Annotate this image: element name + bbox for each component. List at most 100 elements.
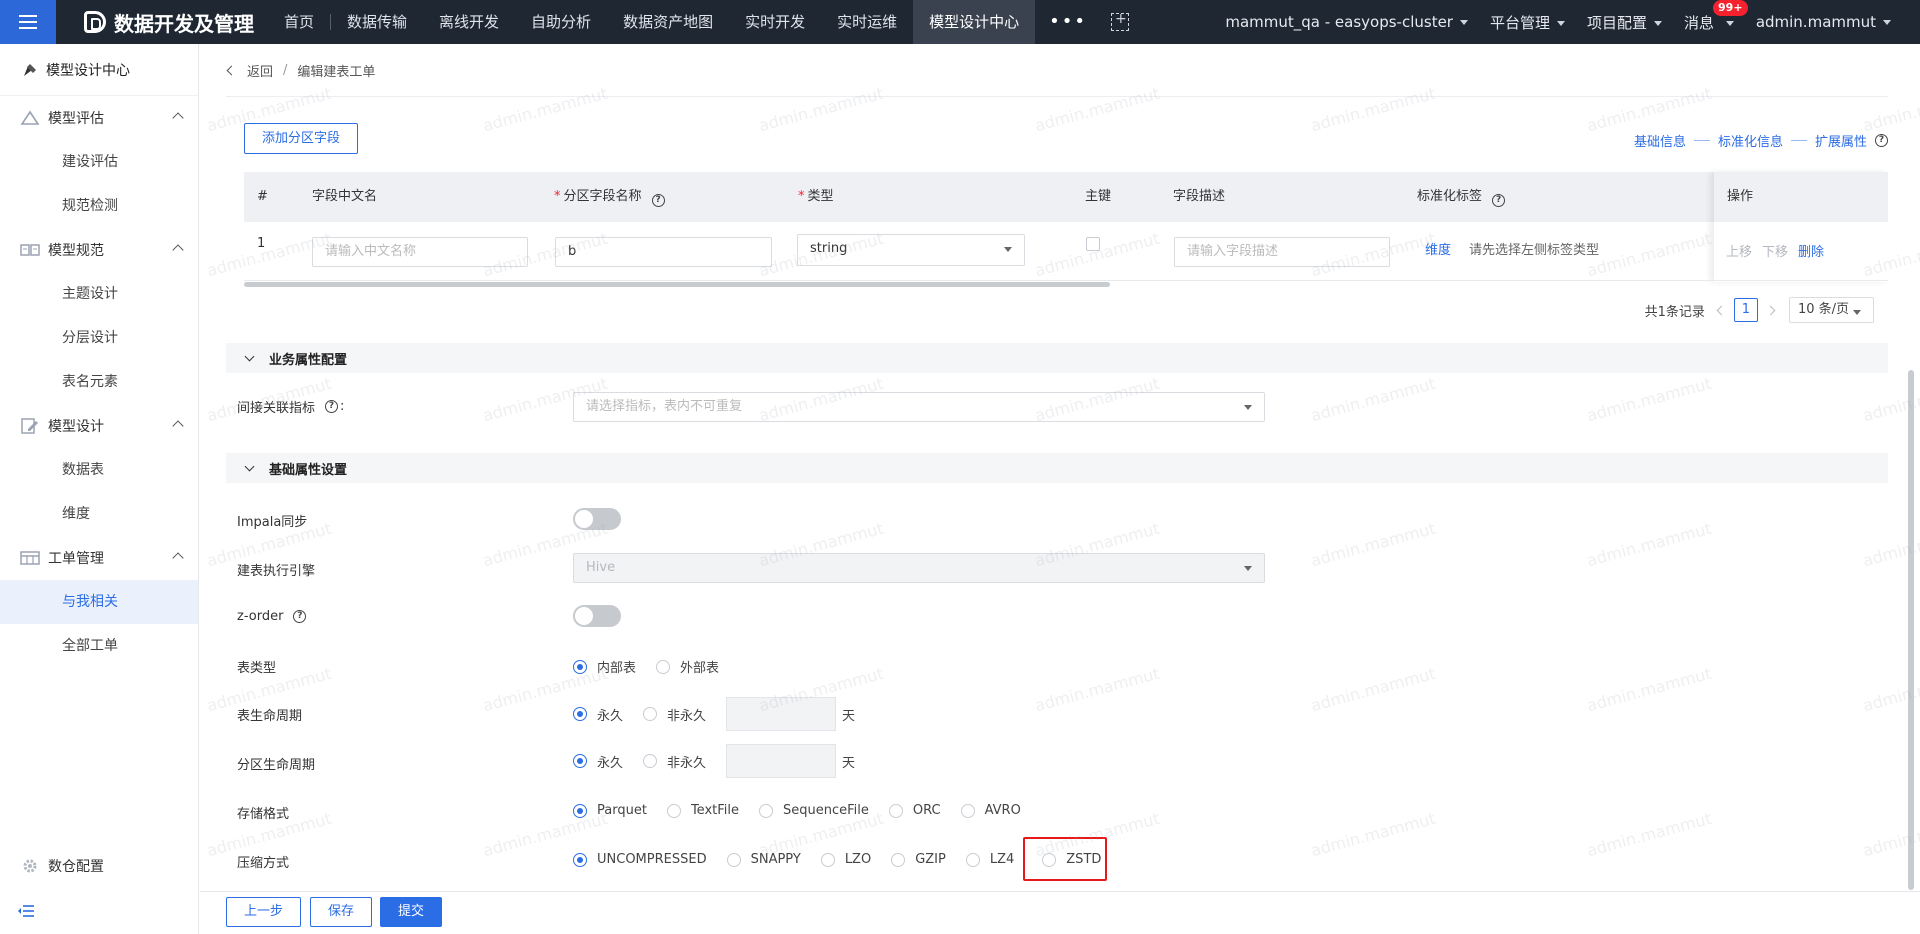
- radio-external[interactable]: [656, 659, 671, 674]
- radio-textfile[interactable]: [666, 803, 681, 818]
- radio-permanent[interactable]: [573, 754, 587, 768]
- sidebar-item-build-evaluate[interactable]: 建设评估: [0, 140, 198, 184]
- delete-button[interactable]: 删除: [1798, 241, 1824, 260]
- radio-label[interactable]: 永久: [597, 705, 623, 724]
- page-1-button[interactable]: 1: [1733, 298, 1758, 322]
- messages-menu[interactable]: 消息 99+: [1673, 0, 1748, 33]
- sidebar-item-warehouse-config[interactable]: 数仓配置: [0, 844, 199, 888]
- radio-uncompressed[interactable]: [573, 852, 587, 867]
- sidebar-group-ticket-manage[interactable]: 工单管理: [0, 536, 198, 580]
- step-standard-info[interactable]: 标准化信息: [1718, 131, 1783, 150]
- field-desc-input[interactable]: 请输入字段描述: [1174, 237, 1390, 267]
- partition-name-input[interactable]: b: [555, 237, 772, 267]
- radio-label[interactable]: Parquet: [597, 803, 647, 818]
- platform-menu[interactable]: 平台管理: [1479, 12, 1576, 33]
- prev-step-button[interactable]: 上一步: [226, 897, 301, 927]
- project-menu[interactable]: 项目配置: [1576, 12, 1673, 33]
- radio-label[interactable]: 外部表: [680, 657, 719, 676]
- radio-orc[interactable]: [888, 803, 903, 818]
- submit-button[interactable]: 提交: [380, 897, 442, 927]
- menu-toggle-button[interactable]: [0, 0, 56, 44]
- more-icon[interactable]: •••: [1035, 0, 1101, 44]
- sidebar-item-spec-check[interactable]: 规范检测: [0, 184, 198, 228]
- radio-label[interactable]: AVRO: [985, 803, 1021, 818]
- business-attrs-section[interactable]: 业务属性配置: [226, 343, 1888, 373]
- radio-label[interactable]: 非永久: [667, 752, 706, 771]
- nav-realtime-ops[interactable]: 实时运维: [821, 0, 913, 44]
- add-partition-field-button[interactable]: 添加分区字段: [244, 123, 358, 154]
- add-shortcut-icon[interactable]: [1110, 11, 1129, 31]
- app-logo[interactable]: 数据开发及管理: [84, 8, 254, 37]
- radio-label[interactable]: SequenceFile: [783, 803, 869, 818]
- back-link[interactable]: 返回: [247, 61, 273, 80]
- radio-label[interactable]: 非永久: [667, 705, 706, 724]
- nav-offline-dev[interactable]: 离线开发: [423, 0, 515, 44]
- radio-permanent[interactable]: [573, 707, 587, 721]
- back-arrow-icon[interactable]: [226, 65, 237, 76]
- radio-non-permanent[interactable]: [643, 707, 658, 721]
- radio-label[interactable]: 内部表: [597, 657, 636, 676]
- nav-asset-map[interactable]: 数据资产地图: [607, 0, 729, 44]
- save-button[interactable]: 保存: [310, 897, 372, 927]
- radio-label[interactable]: SNAPPY: [751, 852, 801, 867]
- help-icon[interactable]: ?: [293, 610, 307, 623]
- radio-avro[interactable]: [960, 803, 975, 818]
- zorder-toggle[interactable]: [573, 605, 621, 627]
- radio-non-permanent[interactable]: [643, 754, 658, 768]
- radio-label[interactable]: GZIP: [915, 852, 946, 867]
- page-size-select[interactable]: 10 条/页: [1788, 297, 1874, 323]
- page-vertical-scrollbar[interactable]: [1908, 370, 1914, 890]
- cn-name-input[interactable]: 请输入中文名称: [312, 237, 528, 267]
- radio-gzip[interactable]: [891, 852, 906, 867]
- primary-key-checkbox[interactable]: [1086, 237, 1100, 251]
- radio-label[interactable]: UNCOMPRESSED: [597, 852, 707, 867]
- user-menu[interactable]: admin.mammut: [1745, 13, 1902, 31]
- sidebar-item-related-to-me[interactable]: 与我相关: [0, 580, 198, 624]
- indicator-select[interactable]: 请选择指标，表内不可重复: [573, 392, 1265, 422]
- radio-parquet[interactable]: [573, 803, 587, 818]
- type-select[interactable]: string: [797, 234, 1025, 266]
- step-extended-attrs[interactable]: 扩展属性: [1815, 131, 1867, 150]
- impala-sync-toggle[interactable]: [573, 508, 621, 530]
- move-up-button[interactable]: 上移: [1726, 241, 1752, 260]
- cluster-select[interactable]: mammut_qa - easyops-cluster: [1214, 13, 1479, 31]
- help-icon[interactable]: ?: [1492, 194, 1506, 207]
- help-icon[interactable]: ?: [1875, 134, 1888, 147]
- step-basic-info[interactable]: 基础信息: [1634, 131, 1686, 150]
- radio-label[interactable]: TextFile: [691, 803, 739, 818]
- nav-data-transfer[interactable]: 数据传输: [331, 0, 423, 44]
- sidebar-group-model-evaluate[interactable]: 模型评估: [0, 96, 198, 140]
- help-icon[interactable]: ?: [651, 194, 665, 207]
- sidebar-item-all-tickets[interactable]: 全部工单: [0, 624, 198, 668]
- sidebar-item-table-name-elements[interactable]: 表名元素: [0, 360, 198, 404]
- radio-label[interactable]: 永久: [597, 752, 623, 771]
- help-icon[interactable]: ?: [325, 400, 339, 413]
- radio-label[interactable]: ORC: [913, 803, 941, 818]
- sidebar-item-data-table[interactable]: 数据表: [0, 448, 198, 492]
- sidebar-group-model-spec[interactable]: 模型规范: [0, 228, 198, 272]
- radio-snappy[interactable]: [726, 852, 741, 867]
- nav-self-analysis[interactable]: 自助分析: [515, 0, 607, 44]
- prev-page-icon[interactable]: [1716, 305, 1727, 315]
- table-horizontal-scrollbar[interactable]: [244, 282, 1110, 287]
- col-partition-name-label: 分区字段名称: [563, 189, 642, 204]
- move-down-button[interactable]: 下移: [1762, 241, 1788, 260]
- radio-sequencefile[interactable]: [758, 803, 773, 818]
- radio-internal[interactable]: [573, 659, 587, 674]
- sidebar-item-dimension[interactable]: 维度: [0, 492, 198, 536]
- engine-select[interactable]: Hive: [573, 553, 1265, 583]
- radio-label[interactable]: LZ4: [990, 852, 1014, 867]
- sidebar-group-model-design[interactable]: 模型设计: [0, 404, 198, 448]
- next-page-icon[interactable]: [1765, 305, 1776, 315]
- collapse-sidebar-icon[interactable]: [18, 904, 34, 918]
- basic-attrs-section[interactable]: 基础属性设置: [226, 453, 1888, 483]
- tag-dimension-link[interactable]: 维度: [1425, 239, 1451, 258]
- sidebar-item-layer-design[interactable]: 分层设计: [0, 316, 198, 360]
- radio-lz4[interactable]: [965, 852, 980, 867]
- sidebar-item-topic-design[interactable]: 主题设计: [0, 272, 198, 316]
- radio-lzo[interactable]: [820, 852, 835, 867]
- nav-realtime-dev[interactable]: 实时开发: [729, 0, 821, 44]
- nav-home[interactable]: 首页: [268, 0, 330, 44]
- nav-model-design[interactable]: 模型设计中心: [913, 0, 1036, 44]
- radio-label[interactable]: LZO: [845, 852, 871, 867]
